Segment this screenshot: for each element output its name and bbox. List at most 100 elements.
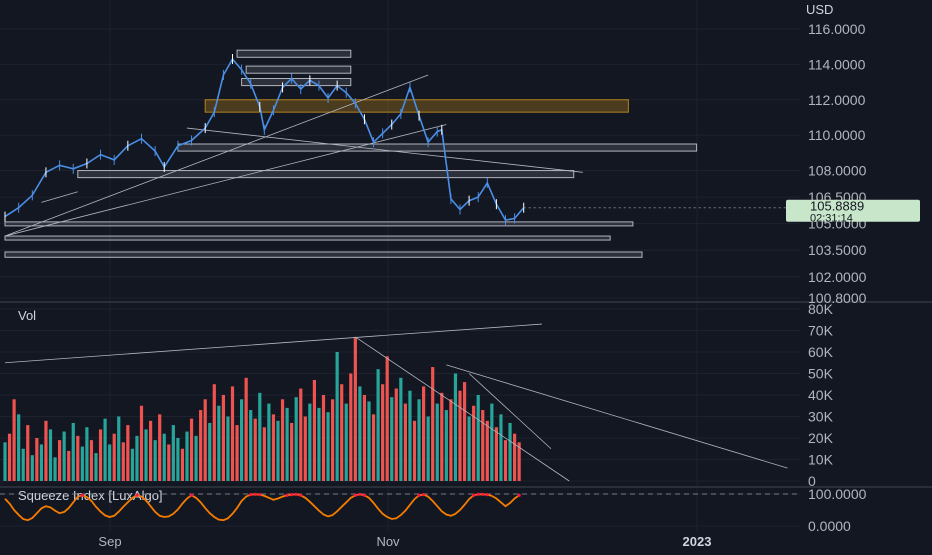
volume-bar bbox=[253, 418, 257, 481]
volume-bar bbox=[44, 420, 48, 481]
volume-bar bbox=[249, 410, 253, 481]
volume-bar bbox=[276, 420, 280, 481]
price-tick-label: 103.5000 bbox=[808, 242, 867, 258]
volume-bar bbox=[76, 435, 80, 481]
volume-bar bbox=[103, 418, 107, 481]
volume-tick-label: 10K bbox=[808, 452, 834, 468]
volume-bar bbox=[62, 431, 66, 481]
chart-svg[interactable]: USD 116.0000 114.0000 112.0000 110.0000 108.0… bbox=[0, 0, 932, 550]
volume-bar bbox=[171, 425, 175, 481]
oscillator-high-dot bbox=[249, 493, 253, 497]
volume-bar bbox=[303, 416, 307, 481]
volume-bar bbox=[53, 457, 57, 481]
oscillator-high-dot bbox=[472, 493, 476, 497]
volume-bar bbox=[17, 414, 21, 481]
oscillator-tick-label: 100.0000 bbox=[808, 486, 867, 502]
volume-bar bbox=[349, 373, 353, 481]
volume-bar bbox=[453, 373, 458, 481]
volume-bar bbox=[444, 410, 448, 481]
volume-label: Vol bbox=[18, 308, 36, 323]
volume-bar bbox=[149, 420, 153, 481]
volume-bar bbox=[340, 384, 344, 481]
volume-tick-label: 40K bbox=[808, 387, 834, 403]
support-resistance-zone bbox=[4, 251, 643, 258]
support-resistance-zone bbox=[4, 235, 611, 241]
volume-bar bbox=[217, 405, 221, 481]
volume-bar bbox=[7, 433, 12, 481]
volume-bar bbox=[440, 392, 444, 481]
volume-bar bbox=[294, 397, 298, 481]
volume-bar bbox=[321, 395, 326, 481]
volume-bar bbox=[121, 442, 125, 481]
volume-bar bbox=[371, 414, 376, 481]
volume-bar bbox=[199, 410, 203, 481]
volume-tick-label: 70K bbox=[808, 323, 834, 339]
volume-bar bbox=[235, 425, 239, 481]
volume-bar bbox=[185, 431, 189, 481]
volume-bar bbox=[376, 369, 380, 481]
volume-bar bbox=[344, 403, 348, 481]
oscillator-high-dot bbox=[285, 493, 289, 497]
countdown-value: 02:31:14 bbox=[810, 213, 853, 225]
support-resistance-zone bbox=[177, 143, 698, 152]
volume-bar bbox=[108, 444, 112, 481]
volume-bar bbox=[335, 352, 339, 481]
oscillator-high-dot bbox=[258, 493, 262, 497]
volume-bar bbox=[267, 403, 271, 481]
volume-bar bbox=[494, 427, 498, 481]
oscillator-high-dot bbox=[294, 492, 298, 496]
volume-bar bbox=[244, 377, 248, 481]
volume-bar bbox=[485, 420, 489, 481]
time-tick-label: 2023 bbox=[683, 534, 712, 549]
volume-bar bbox=[12, 399, 16, 481]
oscillator-high-dot bbox=[485, 493, 489, 497]
volume-bar bbox=[89, 440, 94, 481]
price-tick-label: 116.0000 bbox=[808, 21, 866, 37]
support-resistance-zone bbox=[4, 221, 634, 227]
volume-bar bbox=[98, 429, 103, 481]
volume-bar bbox=[203, 399, 207, 481]
volume-bar bbox=[189, 418, 194, 481]
support-resistance-zone bbox=[245, 65, 352, 74]
volume-bar bbox=[367, 401, 371, 481]
volume-bar bbox=[226, 416, 230, 481]
volume-bar bbox=[449, 399, 453, 481]
chart-root: USD 116.0000 114.0000 112.0000 110.0000 108.0… bbox=[0, 0, 932, 550]
volume-bar bbox=[21, 448, 25, 481]
volume-bar bbox=[381, 384, 385, 481]
support-resistance-zone bbox=[77, 170, 575, 179]
oscillator-high-dot bbox=[253, 492, 257, 496]
volume-bar bbox=[85, 427, 89, 481]
volume-bar bbox=[499, 414, 503, 481]
volume-bar bbox=[285, 407, 289, 481]
volume-bar bbox=[280, 399, 285, 481]
volume-bar bbox=[390, 397, 394, 481]
volume-bar bbox=[385, 356, 389, 481]
volume-bar bbox=[35, 438, 39, 481]
last-price-value: 105.8889 bbox=[810, 199, 864, 214]
volume-bar bbox=[317, 407, 321, 481]
oscillator-high-dot bbox=[135, 493, 139, 497]
volume-bar bbox=[130, 448, 134, 481]
volume-tick-label: 30K bbox=[808, 409, 834, 425]
oscillator-high-dot bbox=[422, 493, 426, 497]
volume-tick-label: 50K bbox=[808, 366, 834, 382]
oscillator-high-dot bbox=[189, 493, 194, 497]
price-tick-label: 110.0000 bbox=[808, 127, 866, 143]
volume-bar bbox=[39, 444, 43, 481]
price-tick-label: 114.0000 bbox=[808, 56, 866, 72]
volume-bar bbox=[80, 446, 84, 481]
volume-bar bbox=[503, 440, 508, 481]
volume-bar bbox=[467, 416, 471, 481]
volume-bar bbox=[353, 336, 357, 481]
volume-bar bbox=[417, 399, 421, 481]
volume-bar bbox=[403, 403, 407, 481]
volume-bar bbox=[394, 388, 398, 481]
price-tick-label: 108.0000 bbox=[808, 163, 867, 179]
volume-bar bbox=[221, 395, 225, 481]
oscillator-high-dot bbox=[517, 493, 521, 497]
volume-tick-label: 20K bbox=[808, 430, 834, 446]
volume-bar bbox=[212, 384, 216, 481]
volume-bar bbox=[112, 433, 116, 481]
price-currency-label: USD bbox=[806, 2, 833, 17]
